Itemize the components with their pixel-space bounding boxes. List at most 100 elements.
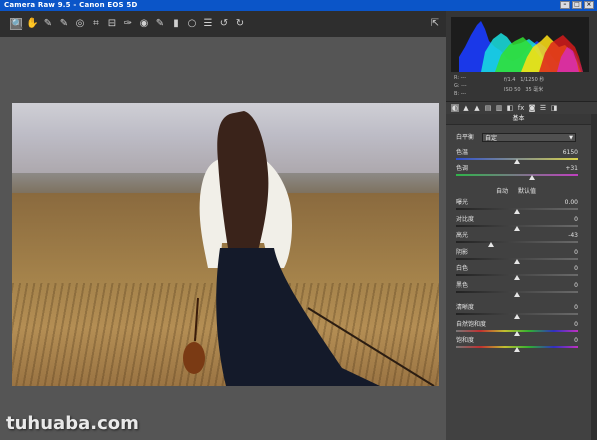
panel-tab-7[interactable]: ◙ <box>528 104 536 112</box>
zoom-icon[interactable]: 🔍 <box>10 18 23 30</box>
panel-tab-6[interactable]: fx <box>517 104 525 112</box>
blacks-value[interactable]: 0 <box>558 282 578 289</box>
camera-info: R: --- G: --- B: --- f/1.4 1/1250 秒 ISO … <box>452 74 588 100</box>
whites-slider-thumb[interactable] <box>514 275 520 280</box>
rgb-readout: R: --- G: --- B: --- <box>454 74 467 98</box>
maximize-button[interactable]: □ <box>572 1 582 9</box>
image-subject <box>183 111 435 386</box>
graduated-filter-icon[interactable]: ▮ <box>170 18 182 30</box>
shadows-value[interactable]: 0 <box>558 249 578 256</box>
auto-link[interactable]: 自动 <box>496 188 508 195</box>
minimize-button[interactable]: – <box>560 1 570 9</box>
exposure-value[interactable]: 0.00 <box>558 199 578 206</box>
blacks-label: 黑色 <box>456 281 469 289</box>
panel-title: 基本 <box>446 114 591 125</box>
highlights-slider-track[interactable] <box>456 241 578 243</box>
focal-length: 35 毫米 <box>525 87 544 93</box>
exposure-label: 曝光 <box>456 199 469 206</box>
vibrance-slider-thumb[interactable] <box>514 330 520 336</box>
clarity-value[interactable]: 0 <box>558 304 578 311</box>
white-balance-select[interactable]: 自定 ▼ <box>482 133 576 142</box>
targeted-adjust-icon[interactable]: ◎ <box>74 18 86 30</box>
tint-label: 色调 <box>456 165 469 172</box>
exposure-slider-thumb[interactable] <box>514 209 520 214</box>
window-titlebar: Camera Raw 9.5 - Canon EOS 5D – □ × <box>0 0 597 11</box>
panel-tab-4[interactable]: ▥ <box>495 104 503 112</box>
contrast-value[interactable]: 0 <box>558 216 578 223</box>
panel-tabs: ◐ ▲ ▲ ▤ ▥ ◧ fx ◙ ☰ ◨ <box>446 101 597 114</box>
panel-tab-2[interactable]: ▲ <box>473 104 481 112</box>
highlights-label: 高光 <box>456 232 469 239</box>
clarity-slider-thumb[interactable] <box>514 314 520 319</box>
b-value: --- <box>460 91 467 97</box>
panel-tab-3[interactable]: ▤ <box>484 104 492 112</box>
white-balance-icon[interactable]: ✎ <box>42 18 54 30</box>
tint-value[interactable]: +31 <box>558 165 578 172</box>
radial-filter-icon[interactable]: ○ <box>186 18 198 30</box>
temperature-slider-thumb[interactable] <box>514 159 520 164</box>
highlights-slider-thumb[interactable] <box>488 242 495 247</box>
white-balance-label: 白平衡 <box>456 134 475 141</box>
aperture: f/1.4 <box>504 77 516 83</box>
exposure-info: f/1.4 1/1250 秒 <box>504 76 544 83</box>
toolbar: 🔍 ✋ ✎ ✎ ◎ ⌗ ⊟ ✑ ◉ ✎ ▮ ○ ☰ ↺ ↻ ⇱ <box>0 11 446 38</box>
blacks-slider-thumb[interactable] <box>514 291 520 297</box>
color-sampler-icon[interactable]: ✎ <box>58 18 70 30</box>
tint-slider-thumb[interactable] <box>528 175 535 180</box>
iso: ISO 50 <box>504 87 521 93</box>
straighten-icon[interactable]: ⊟ <box>106 18 118 30</box>
tint-slider-track[interactable] <box>456 174 578 176</box>
vibrance-label: 自然饱和度 <box>456 320 487 328</box>
close-button[interactable]: × <box>584 1 594 9</box>
hand-icon[interactable]: ✋ <box>26 18 38 30</box>
shadows-slider-thumb[interactable] <box>514 258 520 264</box>
violin-neck <box>194 297 199 342</box>
g-label: G: <box>454 83 460 89</box>
saturation-label: 饱和度 <box>456 337 475 344</box>
vibrance-value[interactable]: 0 <box>558 321 578 328</box>
adjustment-brush-icon[interactable]: ✎ <box>154 18 166 30</box>
highlights-value[interactable]: -43 <box>558 232 578 239</box>
subject-skirt <box>216 248 380 386</box>
preferences-icon[interactable]: ☰ <box>202 18 214 30</box>
whites-label: 白色 <box>456 265 469 272</box>
clarity-label: 清晰度 <box>456 304 475 311</box>
violin-body <box>183 342 205 374</box>
chevron-down-icon: ▼ <box>569 135 573 141</box>
shadows-label: 阴影 <box>456 248 469 256</box>
b-label: B: <box>454 91 460 97</box>
crop-icon[interactable]: ⌗ <box>90 18 102 30</box>
panel-tab-5[interactable]: ◧ <box>506 104 514 112</box>
red-eye-icon[interactable]: ◉ <box>138 18 150 30</box>
basic-panel: 基本 白平衡 自定 ▼ 自动 默认值 色温 6150 色调 +31 曝光 0.00 对比度 0… <box>446 114 597 440</box>
saturation-value[interactable]: 0 <box>558 337 578 344</box>
contrast-label: 对比度 <box>456 215 475 223</box>
histogram <box>451 17 589 72</box>
panel-tab-9[interactable]: ◨ <box>550 104 558 112</box>
preview-image[interactable] <box>12 103 439 386</box>
contrast-slider-thumb[interactable] <box>514 225 520 231</box>
shutter: 1/1250 秒 <box>520 77 545 83</box>
saturation-slider-thumb[interactable] <box>514 347 520 352</box>
watermark: tuhuaba.com <box>6 413 139 434</box>
default-link[interactable]: 默认值 <box>518 188 536 195</box>
panel-scrollbar[interactable] <box>591 114 597 440</box>
tool-group: 🔍 ✋ ✎ ✎ ◎ ⌗ ⊟ ✑ ◉ ✎ ▮ ○ ☰ ↺ ↻ <box>10 18 246 30</box>
panel-tab-1[interactable]: ▲ <box>462 104 470 112</box>
whites-value[interactable]: 0 <box>558 265 578 272</box>
rotate-left-icon[interactable]: ↺ <box>218 18 230 30</box>
lens-info: ISO 50 35 毫米 <box>504 86 543 93</box>
white-balance-value: 自定 <box>485 135 498 142</box>
rotate-right-icon[interactable]: ↻ <box>234 18 246 30</box>
panel-tab-8[interactable]: ☰ <box>539 104 547 112</box>
fullscreen-icon[interactable]: ⇱ <box>429 18 441 30</box>
temperature-label: 色温 <box>456 149 469 156</box>
window-title: Camera Raw 9.5 - Canon EOS 5D <box>4 1 138 9</box>
g-value: --- <box>461 83 467 89</box>
r-label: R: <box>454 75 460 81</box>
r-value: --- <box>460 75 467 81</box>
spot-removal-icon[interactable]: ✑ <box>122 18 134 30</box>
panel-tab-0[interactable]: ◐ <box>451 104 459 112</box>
window-controls: – □ × <box>560 1 594 9</box>
temperature-value[interactable]: 6150 <box>558 149 578 156</box>
